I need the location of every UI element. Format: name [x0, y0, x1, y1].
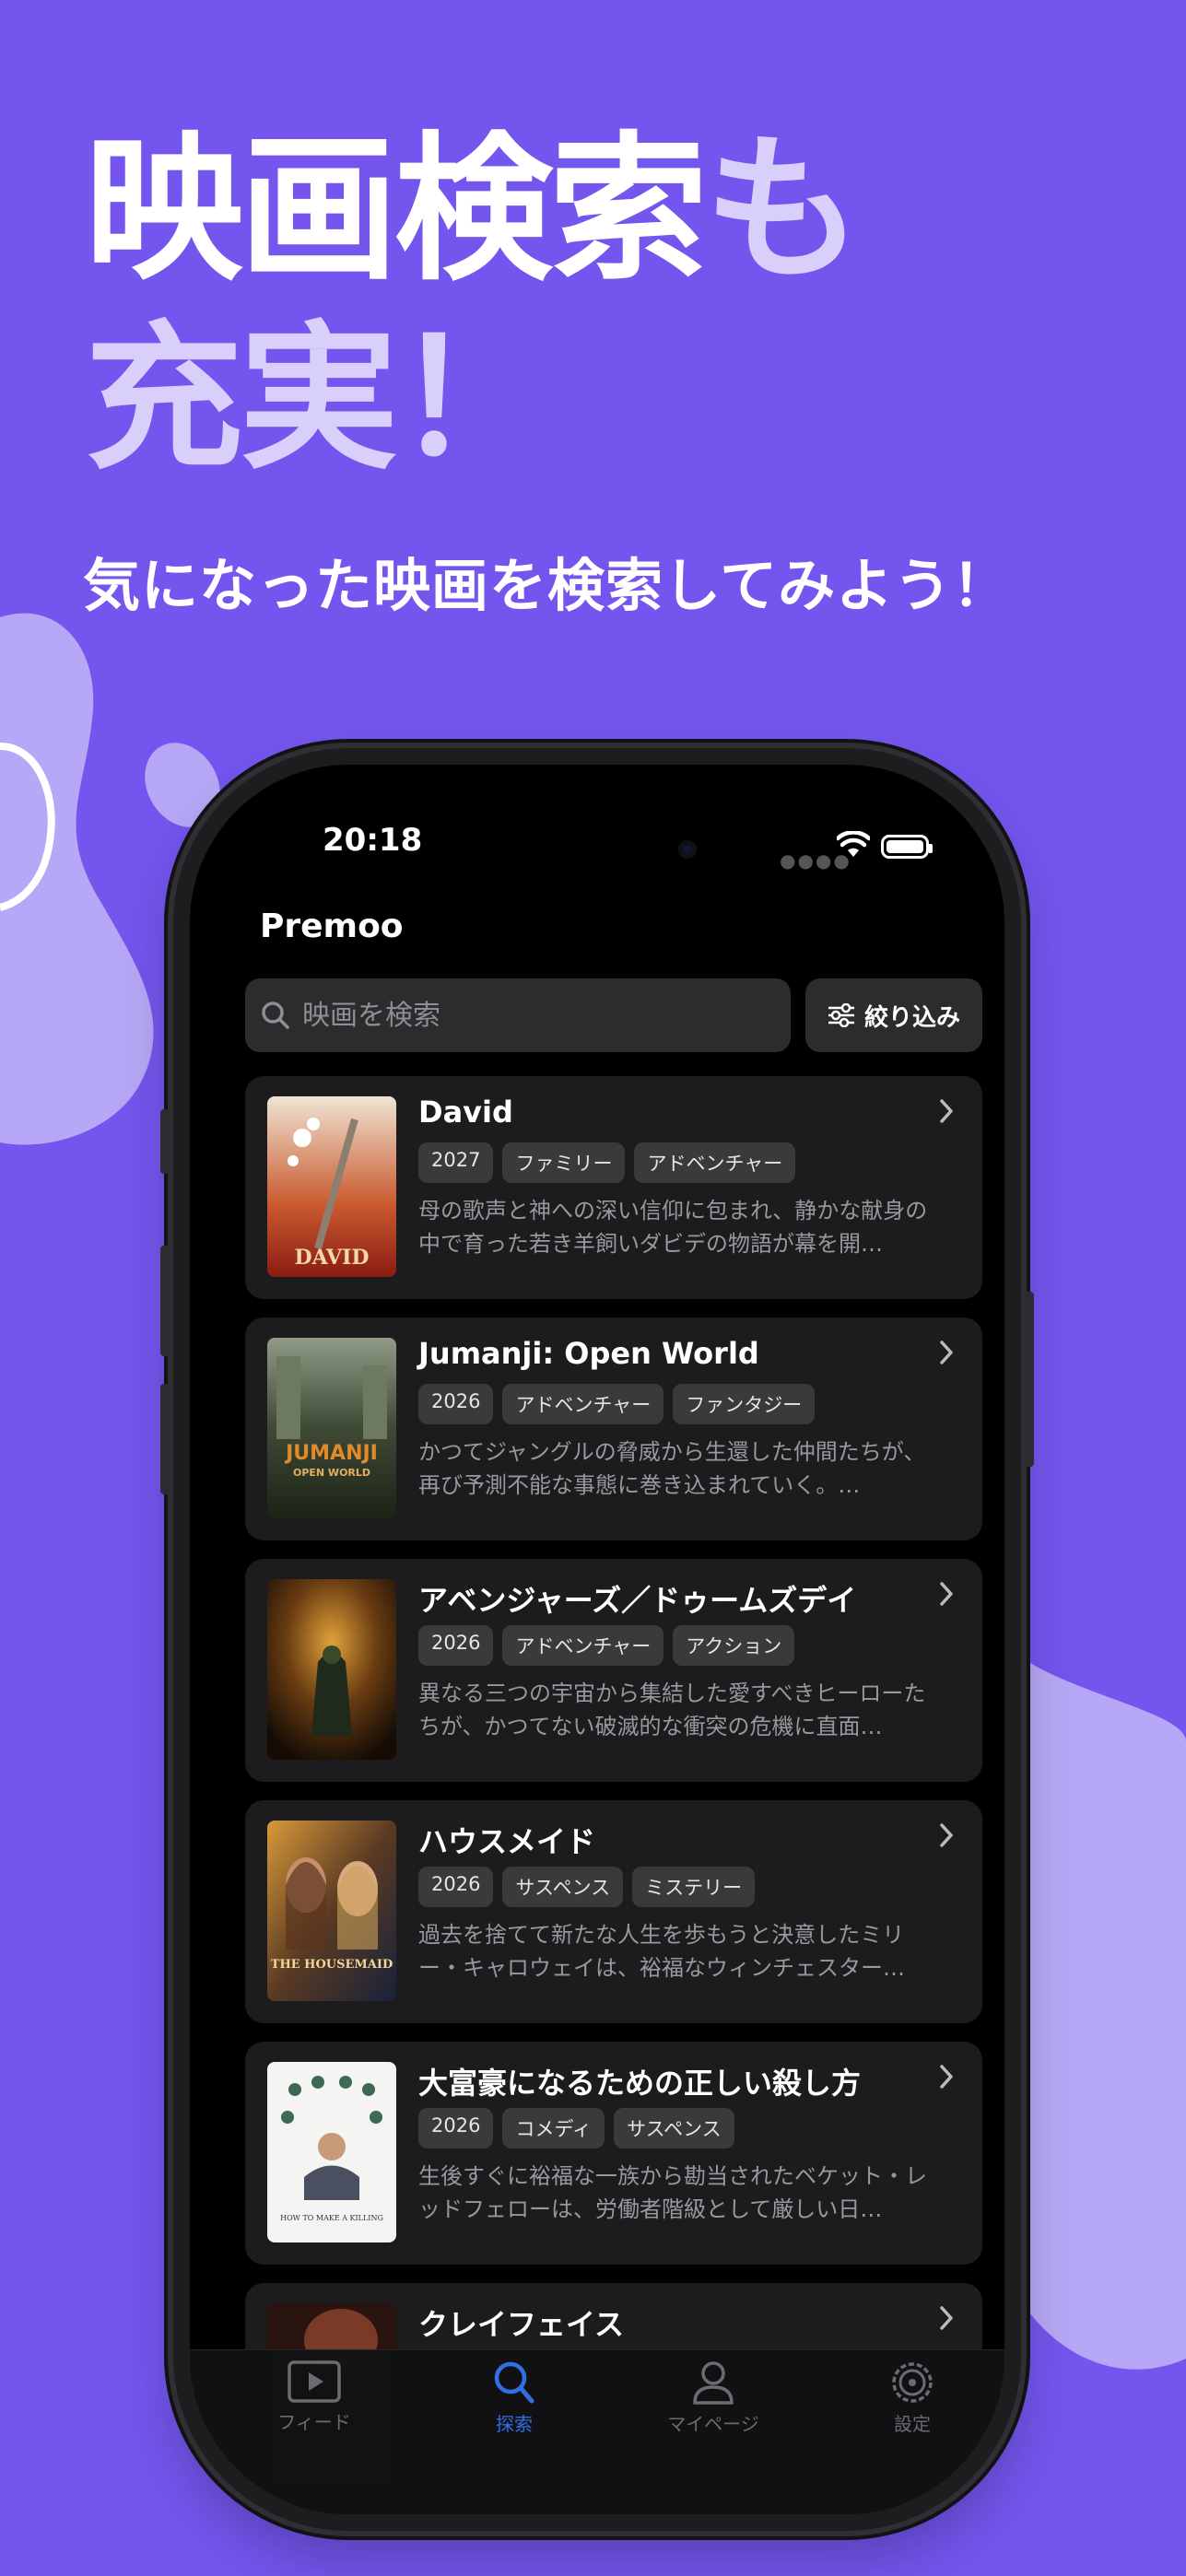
tag-row: 2026 アドベンチャー ファンタジー	[418, 1384, 816, 1424]
battery-icon	[881, 835, 933, 859]
genre-tag: ミステリー	[632, 1867, 756, 1907]
search-icon	[262, 1001, 289, 1029]
headline-white-text: 映画検索	[85, 117, 708, 302]
movie-card[interactable]: THE HOUSEMAID ハウスメイド 2026 サスペンス ミステリー 過去…	[245, 1800, 982, 2023]
poster-image: THE HOUSEMAID	[267, 1821, 396, 2001]
genre-tag: アクション	[673, 1625, 795, 1666]
person-icon	[693, 2361, 734, 2405]
genre-tag: コメディ	[502, 2108, 605, 2149]
tab-label: 設定	[894, 2413, 931, 2435]
chevron-right-icon	[940, 1823, 953, 1847]
headline-second-line: 充実！	[85, 306, 553, 491]
year-tag: 2026	[418, 1867, 494, 1907]
phone-frame: 20:18 ●●●● Premoo 絞り込	[160, 748, 1034, 2531]
search-icon	[494, 2361, 534, 2404]
movie-title: Jumanji: Open World	[418, 1336, 759, 1371]
movie-title: ハウスメイド	[418, 1824, 596, 1859]
genre-tag: アドベンチャー	[502, 1384, 664, 1424]
phone-volume-down	[160, 1384, 170, 1494]
tag-row: 2026 コメディ サスペンス	[418, 2108, 734, 2149]
play-icon	[288, 2360, 341, 2403]
tab-bar: フィード 探索 マイページ 設定	[190, 2349, 1004, 2514]
movie-description: 過去を捨てて新たな人生を歩もうと決意したミリー・キャロウェイは、裕福なウィンチェ…	[418, 1922, 905, 1981]
genre-tag: アドベンチャー	[634, 1142, 796, 1183]
sliders-icon	[828, 1003, 854, 1027]
filter-button[interactable]: 絞り込み	[805, 978, 982, 1052]
status-time: 20:18	[323, 822, 423, 859]
poster-image: HOW TO MAKE A KILLING	[267, 2062, 396, 2242]
app-title: Premoo	[260, 907, 404, 945]
tab-explore[interactable]: 探索	[440, 2359, 588, 2436]
poster-image: DAVID	[267, 1096, 396, 1277]
genre-tag: ファミリー	[502, 1142, 626, 1183]
movie-title: David	[418, 1095, 513, 1130]
poster-title-text: JUMANJI	[284, 1442, 378, 1465]
search-input[interactable]	[300, 998, 765, 1033]
movie-title: クレイフェイス	[418, 2307, 625, 2342]
tag-row: 2027 ファミリー アドベンチャー	[418, 1142, 796, 1183]
filter-label: 絞り込み	[863, 1003, 960, 1032]
movie-description: 生後すぐに裕福な一族から勘当されたベケット・レッドフェローは、労働者階級として厳…	[418, 2163, 927, 2222]
camera-icon	[678, 840, 697, 859]
tab-label: マイページ	[667, 2413, 759, 2435]
headline-light-text: も	[704, 117, 863, 302]
chevron-right-icon	[940, 1341, 953, 1364]
tab-feed[interactable]: フィード	[241, 2359, 388, 2434]
tab-label: 探索	[496, 2413, 533, 2435]
movie-card[interactable]: HOW TO MAKE A KILLING 大富豪になるための正しい殺し方 20…	[245, 2042, 982, 2265]
genre-tag: サスペンス	[502, 1867, 624, 1907]
tab-mypage[interactable]: マイページ	[640, 2359, 787, 2436]
poster-title-text: THE HOUSEMAID	[271, 1958, 393, 1972]
movie-title: アベンジャーズ／ドゥームズデイ	[418, 1583, 857, 1618]
promo-subhead: 気になった映画を検索してみよう！	[83, 552, 1011, 619]
phone-side-button	[160, 1109, 170, 1174]
poster-title-text: DAVID	[295, 1246, 370, 1270]
chevron-right-icon	[940, 2065, 953, 2089]
year-tag: 2026	[418, 1384, 494, 1424]
phone-power-button	[1025, 1292, 1034, 1467]
poster-title-text: HOW TO MAKE A KILLING	[280, 2214, 383, 2222]
year-tag: 2027	[418, 1142, 494, 1183]
chevron-right-icon	[940, 2306, 953, 2330]
poster-image	[267, 1579, 396, 1760]
phone-volume-up	[160, 1246, 170, 1356]
genre-tag: ファンタジー	[673, 1384, 816, 1424]
movie-description: 母の歌声と神への深い信仰に包まれ、静かな献身の中で育った若き羊飼いダビデの物語が…	[418, 1198, 928, 1257]
movie-card[interactable]: アベンジャーズ／ドゥームズデイ 2026 アドベンチャー アクション 異なる三つ…	[245, 1559, 982, 1782]
chevron-right-icon	[940, 1582, 953, 1606]
gear-icon	[892, 2362, 933, 2403]
genre-tag: アドベンチャー	[502, 1625, 664, 1666]
decorative-blob-left	[0, 613, 154, 1145]
movie-list[interactable]: DAVID David 2027 ファミリー アドベンチャー 母の歌声と神への深…	[245, 1076, 982, 2514]
tab-label: フィード	[277, 2411, 351, 2433]
tag-row: 2026 サスペンス ミステリー	[418, 1867, 756, 1907]
movie-description: 異なる三つの宇宙から集結した愛すべきヒーローたちが、かつてない破滅的な衝突の危機…	[418, 1680, 926, 1739]
movie-card[interactable]: JUMANJI OPEN WORLD Jumanji: Open World 2…	[245, 1317, 982, 1540]
svg-text:OPEN WORLD: OPEN WORLD	[293, 1467, 370, 1479]
tag-row: 2026 アドベンチャー アクション	[418, 1625, 795, 1666]
movie-title: 大富豪になるための正しい殺し方	[418, 2066, 862, 2101]
movie-description: かつてジャングルの脅威から生還した仲間たちが、再び予測不能な事態に巻き込まれてい…	[418, 1439, 926, 1498]
tab-settings[interactable]: 設定	[839, 2359, 986, 2436]
year-tag: 2026	[418, 2108, 494, 2149]
promo-headline: 映画検索も 充実！	[85, 115, 863, 493]
app-screen: 20:18 ●●●● Premoo 絞り込	[190, 765, 1004, 2514]
genre-tag: サスペンス	[613, 2108, 734, 2149]
chevron-right-icon	[940, 1099, 953, 1123]
wifi-icon	[837, 831, 870, 857]
poster-image: JUMANJI OPEN WORLD	[267, 1338, 396, 1518]
search-bar[interactable]	[245, 978, 791, 1052]
year-tag: 2026	[418, 1625, 494, 1666]
movie-card[interactable]: DAVID David 2027 ファミリー アドベンチャー 母の歌声と神への深…	[245, 1076, 982, 1299]
